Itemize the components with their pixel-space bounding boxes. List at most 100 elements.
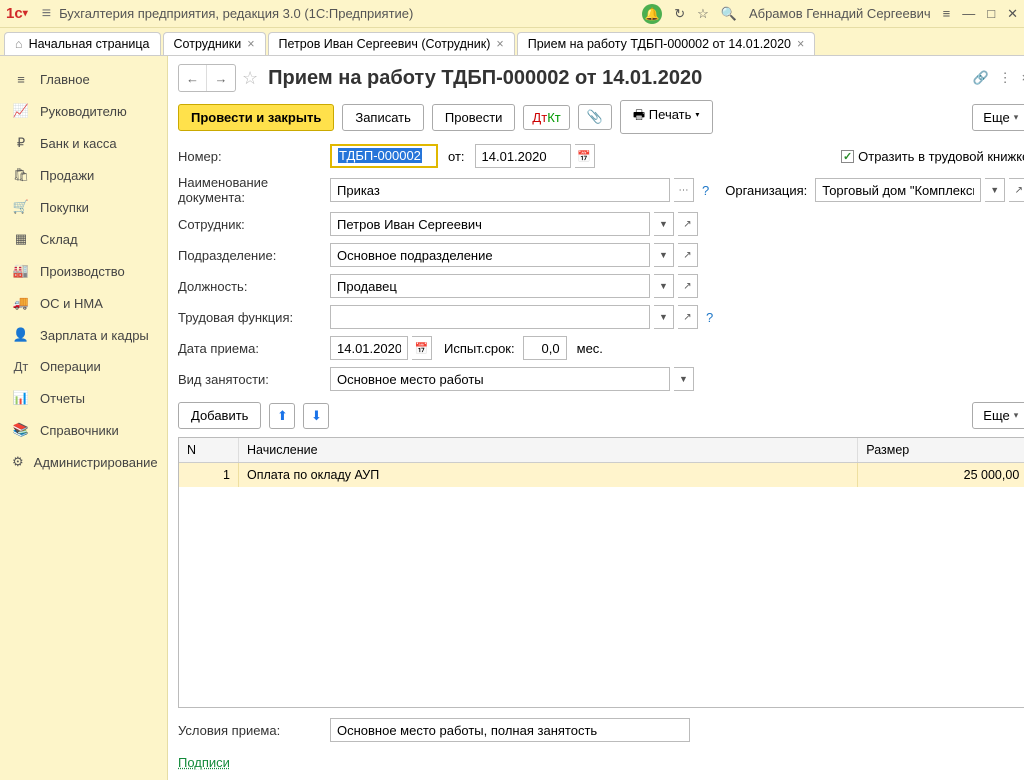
move-up-button[interactable]: ⬆ bbox=[269, 403, 295, 429]
sidebar-item[interactable]: ⚙Администрирование bbox=[4, 446, 163, 478]
print-button[interactable]: 🖶 Печать ▾ bbox=[620, 100, 713, 134]
sidebar-item[interactable]: Дт Операции bbox=[4, 351, 163, 382]
col-size[interactable]: Размер bbox=[858, 438, 1024, 462]
attach-button[interactable]: 📎 bbox=[578, 104, 612, 130]
dropdown-icon[interactable] bbox=[985, 178, 1005, 202]
conditions-label: Условия приема: bbox=[178, 723, 326, 738]
star-icon[interactable]: ☆ bbox=[697, 6, 709, 22]
docname-label: Наименование документа: bbox=[178, 175, 326, 205]
write-button[interactable]: Записать bbox=[342, 104, 424, 131]
close-window-icon[interactable]: ✕ bbox=[1007, 6, 1018, 22]
sidebar-icon: Дт bbox=[12, 359, 30, 374]
emptype-label: Вид занятости: bbox=[178, 372, 326, 387]
from-label: от: bbox=[448, 149, 465, 164]
table-row[interactable]: 1Оплата по окладу АУП25 000,00 bbox=[179, 463, 1024, 487]
post-button[interactable]: Провести bbox=[432, 104, 516, 131]
date-input[interactable] bbox=[475, 144, 571, 168]
tab-home[interactable]: Начальная страница bbox=[4, 32, 161, 55]
conditions-input[interactable] bbox=[330, 718, 690, 742]
probation-unit: мес. bbox=[577, 341, 603, 356]
search-icon[interactable]: 🔍 bbox=[721, 6, 737, 22]
employee-input[interactable] bbox=[330, 212, 650, 236]
close-icon[interactable]: × bbox=[797, 37, 804, 51]
table-more-button[interactable]: Еще bbox=[972, 402, 1024, 429]
dept-input[interactable] bbox=[330, 243, 650, 267]
hiredate-input[interactable] bbox=[330, 336, 408, 360]
signatures-link[interactable]: Подписи bbox=[178, 755, 230, 770]
maximize-icon[interactable]: □ bbox=[987, 6, 995, 21]
add-row-button[interactable]: Добавить bbox=[178, 402, 261, 429]
tab-employee-card[interactable]: Петров Иван Сергеевич (Сотрудник)× bbox=[268, 32, 515, 55]
col-name[interactable]: Начисление bbox=[239, 438, 858, 462]
dtkt-button[interactable]: ДтКт bbox=[523, 105, 569, 130]
open-icon[interactable] bbox=[678, 212, 698, 236]
dropdown-icon[interactable] bbox=[654, 212, 674, 236]
sidebar-item[interactable]: 👤Зарплата и кадры bbox=[4, 319, 163, 351]
sidebar-item[interactable]: 🚚ОС и НМА bbox=[4, 287, 163, 319]
calendar-icon[interactable] bbox=[575, 144, 595, 168]
position-label: Должность: bbox=[178, 279, 326, 294]
open-icon[interactable] bbox=[678, 305, 698, 329]
dropdown-icon[interactable] bbox=[674, 367, 694, 391]
sidebar-item[interactable]: 🛒Покупки bbox=[4, 191, 163, 223]
sidebar-icon: 📚 bbox=[12, 422, 30, 438]
help-icon[interactable]: ? bbox=[706, 310, 713, 325]
sidebar-label: Зарплата и кадры bbox=[40, 328, 149, 343]
link-icon[interactable]: 🔗 bbox=[972, 70, 988, 86]
sidebar-item[interactable]: ₽Банк и касса bbox=[4, 127, 163, 159]
close-icon[interactable]: × bbox=[247, 37, 254, 51]
dropdown-icon[interactable] bbox=[654, 243, 674, 267]
close-icon[interactable]: × bbox=[496, 37, 503, 51]
sidebar-item[interactable]: ▦Склад bbox=[4, 223, 163, 255]
sidebar-icon: ₽ bbox=[12, 135, 30, 151]
col-n[interactable]: N bbox=[179, 438, 239, 462]
tab-employees[interactable]: Сотрудники× bbox=[163, 32, 266, 55]
open-icon[interactable] bbox=[678, 243, 698, 267]
org-input[interactable] bbox=[815, 178, 981, 202]
dept-label: Подразделение: bbox=[178, 248, 326, 263]
bell-icon[interactable]: 🔔 bbox=[642, 4, 662, 24]
sidebar-label: ОС и НМА bbox=[40, 296, 103, 311]
reflect-checkbox[interactable]: ✓ Отразить в трудовой книжке bbox=[841, 149, 1024, 164]
sidebar-item[interactable]: 🛍Продажи bbox=[4, 159, 163, 191]
sidebar-item[interactable]: 📈Руководителю bbox=[4, 95, 163, 127]
logo-1c: 1c▾ bbox=[6, 5, 28, 22]
sidebar-label: Продажи bbox=[40, 168, 94, 183]
forward-button[interactable]: → bbox=[207, 65, 235, 91]
move-down-button[interactable]: ⬇ bbox=[303, 403, 329, 429]
open-icon[interactable] bbox=[1009, 178, 1024, 202]
choose-icon[interactable] bbox=[674, 178, 694, 202]
probation-label: Испыт.срок: bbox=[444, 341, 515, 356]
minimize-icon[interactable]: — bbox=[962, 6, 975, 21]
post-and-close-button[interactable]: Провести и закрыть bbox=[178, 104, 334, 131]
sidebar-icon: ▦ bbox=[12, 231, 30, 247]
favorite-star-icon[interactable]: ☆ bbox=[242, 68, 258, 89]
more-menu-icon[interactable]: ⋮ bbox=[999, 70, 1012, 86]
history-icon[interactable]: ↻ bbox=[674, 6, 685, 22]
tab-hire-doc[interactable]: Прием на работу ТДБП-000002 от 14.01.202… bbox=[517, 32, 816, 55]
number-input[interactable]: ТДБП-000002 bbox=[330, 144, 438, 168]
sidebar-item[interactable]: 📊Отчеты bbox=[4, 382, 163, 414]
main-menu-icon[interactable]: ≡ bbox=[42, 5, 51, 23]
sidebar-icon: 📈 bbox=[12, 103, 30, 119]
sidebar-item[interactable]: ≡Главное bbox=[4, 64, 163, 95]
back-button[interactable]: ← bbox=[179, 65, 207, 91]
sidebar-item[interactable]: 📚Справочники bbox=[4, 414, 163, 446]
sidebar-icon: ⚙ bbox=[12, 454, 24, 470]
dropdown-icon[interactable] bbox=[654, 305, 674, 329]
dropdown-icon[interactable] bbox=[654, 274, 674, 298]
toolbar-more-button[interactable]: Еще bbox=[972, 104, 1024, 131]
position-input[interactable] bbox=[330, 274, 650, 298]
settings-icon[interactable]: ≡ bbox=[943, 6, 951, 21]
help-icon[interactable]: ? bbox=[702, 183, 709, 198]
employee-label: Сотрудник: bbox=[178, 217, 326, 232]
user-name[interactable]: Абрамов Геннадий Сергеевич bbox=[749, 6, 931, 21]
emptype-input[interactable] bbox=[330, 367, 670, 391]
probation-input[interactable] bbox=[523, 336, 567, 360]
open-icon[interactable] bbox=[678, 274, 698, 298]
docname-input[interactable] bbox=[330, 178, 670, 202]
func-input[interactable] bbox=[330, 305, 650, 329]
sidebar-item[interactable]: 🏭Производство bbox=[4, 255, 163, 287]
sidebar-label: Операции bbox=[40, 359, 101, 374]
calendar-icon[interactable] bbox=[412, 336, 432, 360]
